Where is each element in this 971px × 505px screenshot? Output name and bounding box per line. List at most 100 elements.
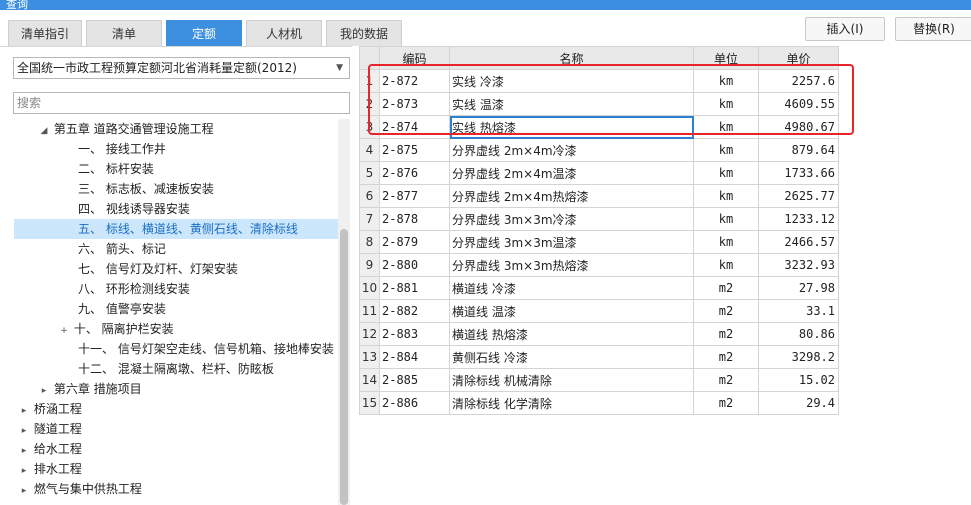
quota-price[interactable]: 3232.93	[758, 253, 839, 277]
tree-node[interactable]: ▸ 燃气与集中供热工程	[18, 479, 142, 499]
tab-materials[interactable]: 人材机	[246, 20, 322, 46]
quota-code[interactable]: 2-885	[379, 368, 450, 392]
search-input[interactable]: 搜索	[13, 92, 350, 114]
tree-node[interactable]: + 十、 隔离护栏安装	[58, 319, 173, 341]
table-row[interactable]: 9 2-880 分界虚线 3m×3m热熔漆 km 3232.93	[359, 253, 839, 277]
quota-unit[interactable]: km	[693, 230, 759, 254]
quota-name[interactable]: 分界虚线 2m×4m热熔漆	[449, 184, 694, 208]
quota-code[interactable]: 2-882	[379, 299, 450, 323]
expand-icon[interactable]: ▸	[18, 481, 30, 501]
insert-button[interactable]: 插入(I)	[805, 17, 885, 41]
expand-icon[interactable]: ▸	[18, 421, 30, 441]
tree-node[interactable]: 七、 信号灯及灯杆、灯架安装	[78, 259, 238, 279]
expand-icon[interactable]: ▸	[18, 461, 30, 481]
header-price[interactable]: 单价	[758, 46, 839, 70]
tree-node-selected[interactable]: 五、 标线、横道线、黄侧石线、清除标线	[14, 219, 338, 239]
tab-quota[interactable]: 定额	[166, 20, 242, 46]
quota-name[interactable]: 分界虚线 3m×3m热熔漆	[449, 253, 694, 277]
quota-price[interactable]: 879.64	[758, 138, 839, 162]
quota-price[interactable]: 1233.12	[758, 207, 839, 231]
quota-price[interactable]: 4609.55	[758, 92, 839, 116]
expand-icon[interactable]: ▸	[38, 381, 50, 401]
table-row[interactable]: 14 2-885 清除标线 机械清除 m2 15.02	[359, 368, 839, 392]
quota-name[interactable]: 清除标线 机械清除	[449, 368, 694, 392]
tree-node[interactable]: 二、 标杆安装	[78, 159, 154, 179]
table-row[interactable]: 2 2-873 实线 温漆 km 4609.55	[359, 92, 839, 116]
quota-code[interactable]: 2-881	[379, 276, 450, 300]
quota-code[interactable]: 2-875	[379, 138, 450, 162]
quota-name[interactable]: 清除标线 化学清除	[449, 391, 694, 415]
quota-price[interactable]: 29.4	[758, 391, 839, 415]
header-code[interactable]: 编码	[379, 46, 450, 70]
quota-code[interactable]: 2-878	[379, 207, 450, 231]
quota-price[interactable]: 80.86	[758, 322, 839, 346]
table-row[interactable]: 7 2-878 分界虚线 3m×3m冷漆 km 1233.12	[359, 207, 839, 231]
table-row[interactable]: 15 2-886 清除标线 化学清除 m2 29.4	[359, 391, 839, 415]
tree-node[interactable]: ▸ 第六章 措施项目	[38, 379, 142, 399]
quota-price[interactable]: 2625.77	[758, 184, 839, 208]
quota-price[interactable]: 4980.67	[758, 115, 839, 139]
quota-name[interactable]: 分界虚线 2m×4m温漆	[449, 161, 694, 185]
header-unit[interactable]: 单位	[693, 46, 759, 70]
quota-unit[interactable]: m2	[693, 345, 759, 369]
quota-code[interactable]: 2-883	[379, 322, 450, 346]
quota-unit[interactable]: km	[693, 92, 759, 116]
chevron-down-icon[interactable]: ▼	[336, 58, 343, 78]
quota-code[interactable]: 2-873	[379, 92, 450, 116]
quota-name[interactable]: 实线 热熔漆	[449, 115, 694, 139]
table-row[interactable]: 3 2-874 实线 热熔漆 km 4980.67	[359, 115, 839, 139]
quota-price[interactable]: 33.1	[758, 299, 839, 323]
quota-unit[interactable]: km	[693, 69, 759, 93]
quota-name[interactable]: 横道线 冷漆	[449, 276, 694, 300]
quota-price[interactable]: 15.02	[758, 368, 839, 392]
table-row[interactable]: 6 2-877 分界虚线 2m×4m热熔漆 km 2625.77	[359, 184, 839, 208]
quota-price[interactable]: 27.98	[758, 276, 839, 300]
table-row[interactable]: 12 2-883 横道线 热熔漆 m2 80.86	[359, 322, 839, 346]
expand-icon[interactable]: ▸	[18, 441, 30, 461]
quota-price[interactable]: 3298.2	[758, 345, 839, 369]
table-row[interactable]: 11 2-882 横道线 温漆 m2 33.1	[359, 299, 839, 323]
quota-name[interactable]: 横道线 温漆	[449, 299, 694, 323]
quota-price[interactable]: 2466.57	[758, 230, 839, 254]
quota-unit[interactable]: m2	[693, 299, 759, 323]
tree-node[interactable]: ▸ 隧道工程	[18, 419, 82, 439]
quota-code[interactable]: 2-876	[379, 161, 450, 185]
replace-button[interactable]: 替换(R)	[895, 17, 971, 41]
collapse-icon[interactable]: ◢	[38, 121, 50, 141]
quota-name[interactable]: 实线 温漆	[449, 92, 694, 116]
tree-scrollbar[interactable]	[338, 119, 350, 505]
tree-node[interactable]: 四、 视线诱导器安装	[78, 199, 190, 219]
tree-node[interactable]: ▸ 排水工程	[18, 459, 82, 479]
tree-node[interactable]: 六、 箭头、标记	[78, 239, 166, 259]
quota-code[interactable]: 2-872	[379, 69, 450, 93]
quota-code[interactable]: 2-880	[379, 253, 450, 277]
quota-code[interactable]: 2-879	[379, 230, 450, 254]
quota-code[interactable]: 2-884	[379, 345, 450, 369]
tree-node[interactable]: ▸ 桥涵工程	[18, 399, 82, 419]
quota-price[interactable]: 2257.6	[758, 69, 839, 93]
expand-icon[interactable]: ▸	[18, 401, 30, 421]
quota-name[interactable]: 分界虚线 2m×4m冷漆	[449, 138, 694, 162]
tree-node[interactable]: 八、 环形检测线安装	[78, 279, 190, 299]
quota-code[interactable]: 2-877	[379, 184, 450, 208]
quota-name[interactable]: 黄侧石线 冷漆	[449, 345, 694, 369]
table-row[interactable]: 5 2-876 分界虚线 2m×4m温漆 km 1733.66	[359, 161, 839, 185]
expand-icon[interactable]: +	[58, 321, 70, 341]
quota-name[interactable]: 分界虚线 3m×3m温漆	[449, 230, 694, 254]
quota-unit[interactable]: m2	[693, 391, 759, 415]
table-row[interactable]: 10 2-881 横道线 冷漆 m2 27.98	[359, 276, 839, 300]
tree-node[interactable]: 一、 接线工作井	[78, 139, 166, 159]
table-row[interactable]: 8 2-879 分界虚线 3m×3m温漆 km 2466.57	[359, 230, 839, 254]
quota-unit[interactable]: km	[693, 161, 759, 185]
table-row[interactable]: 4 2-875 分界虚线 2m×4m冷漆 km 879.64	[359, 138, 839, 162]
tree-scrollbar-thumb[interactable]	[340, 229, 348, 505]
quota-unit[interactable]: m2	[693, 368, 759, 392]
quota-unit[interactable]: km	[693, 138, 759, 162]
quota-name[interactable]: 横道线 热熔漆	[449, 322, 694, 346]
quota-unit[interactable]: m2	[693, 322, 759, 346]
quota-price[interactable]: 1733.66	[758, 161, 839, 185]
quota-code[interactable]: 2-874	[379, 115, 450, 139]
quota-library-select[interactable]: 全国统一市政工程预算定额河北省消耗量定额(2012) ▼	[13, 57, 350, 79]
tab-list[interactable]: 清单	[86, 20, 162, 46]
tab-my-data[interactable]: 我的数据	[326, 20, 402, 46]
